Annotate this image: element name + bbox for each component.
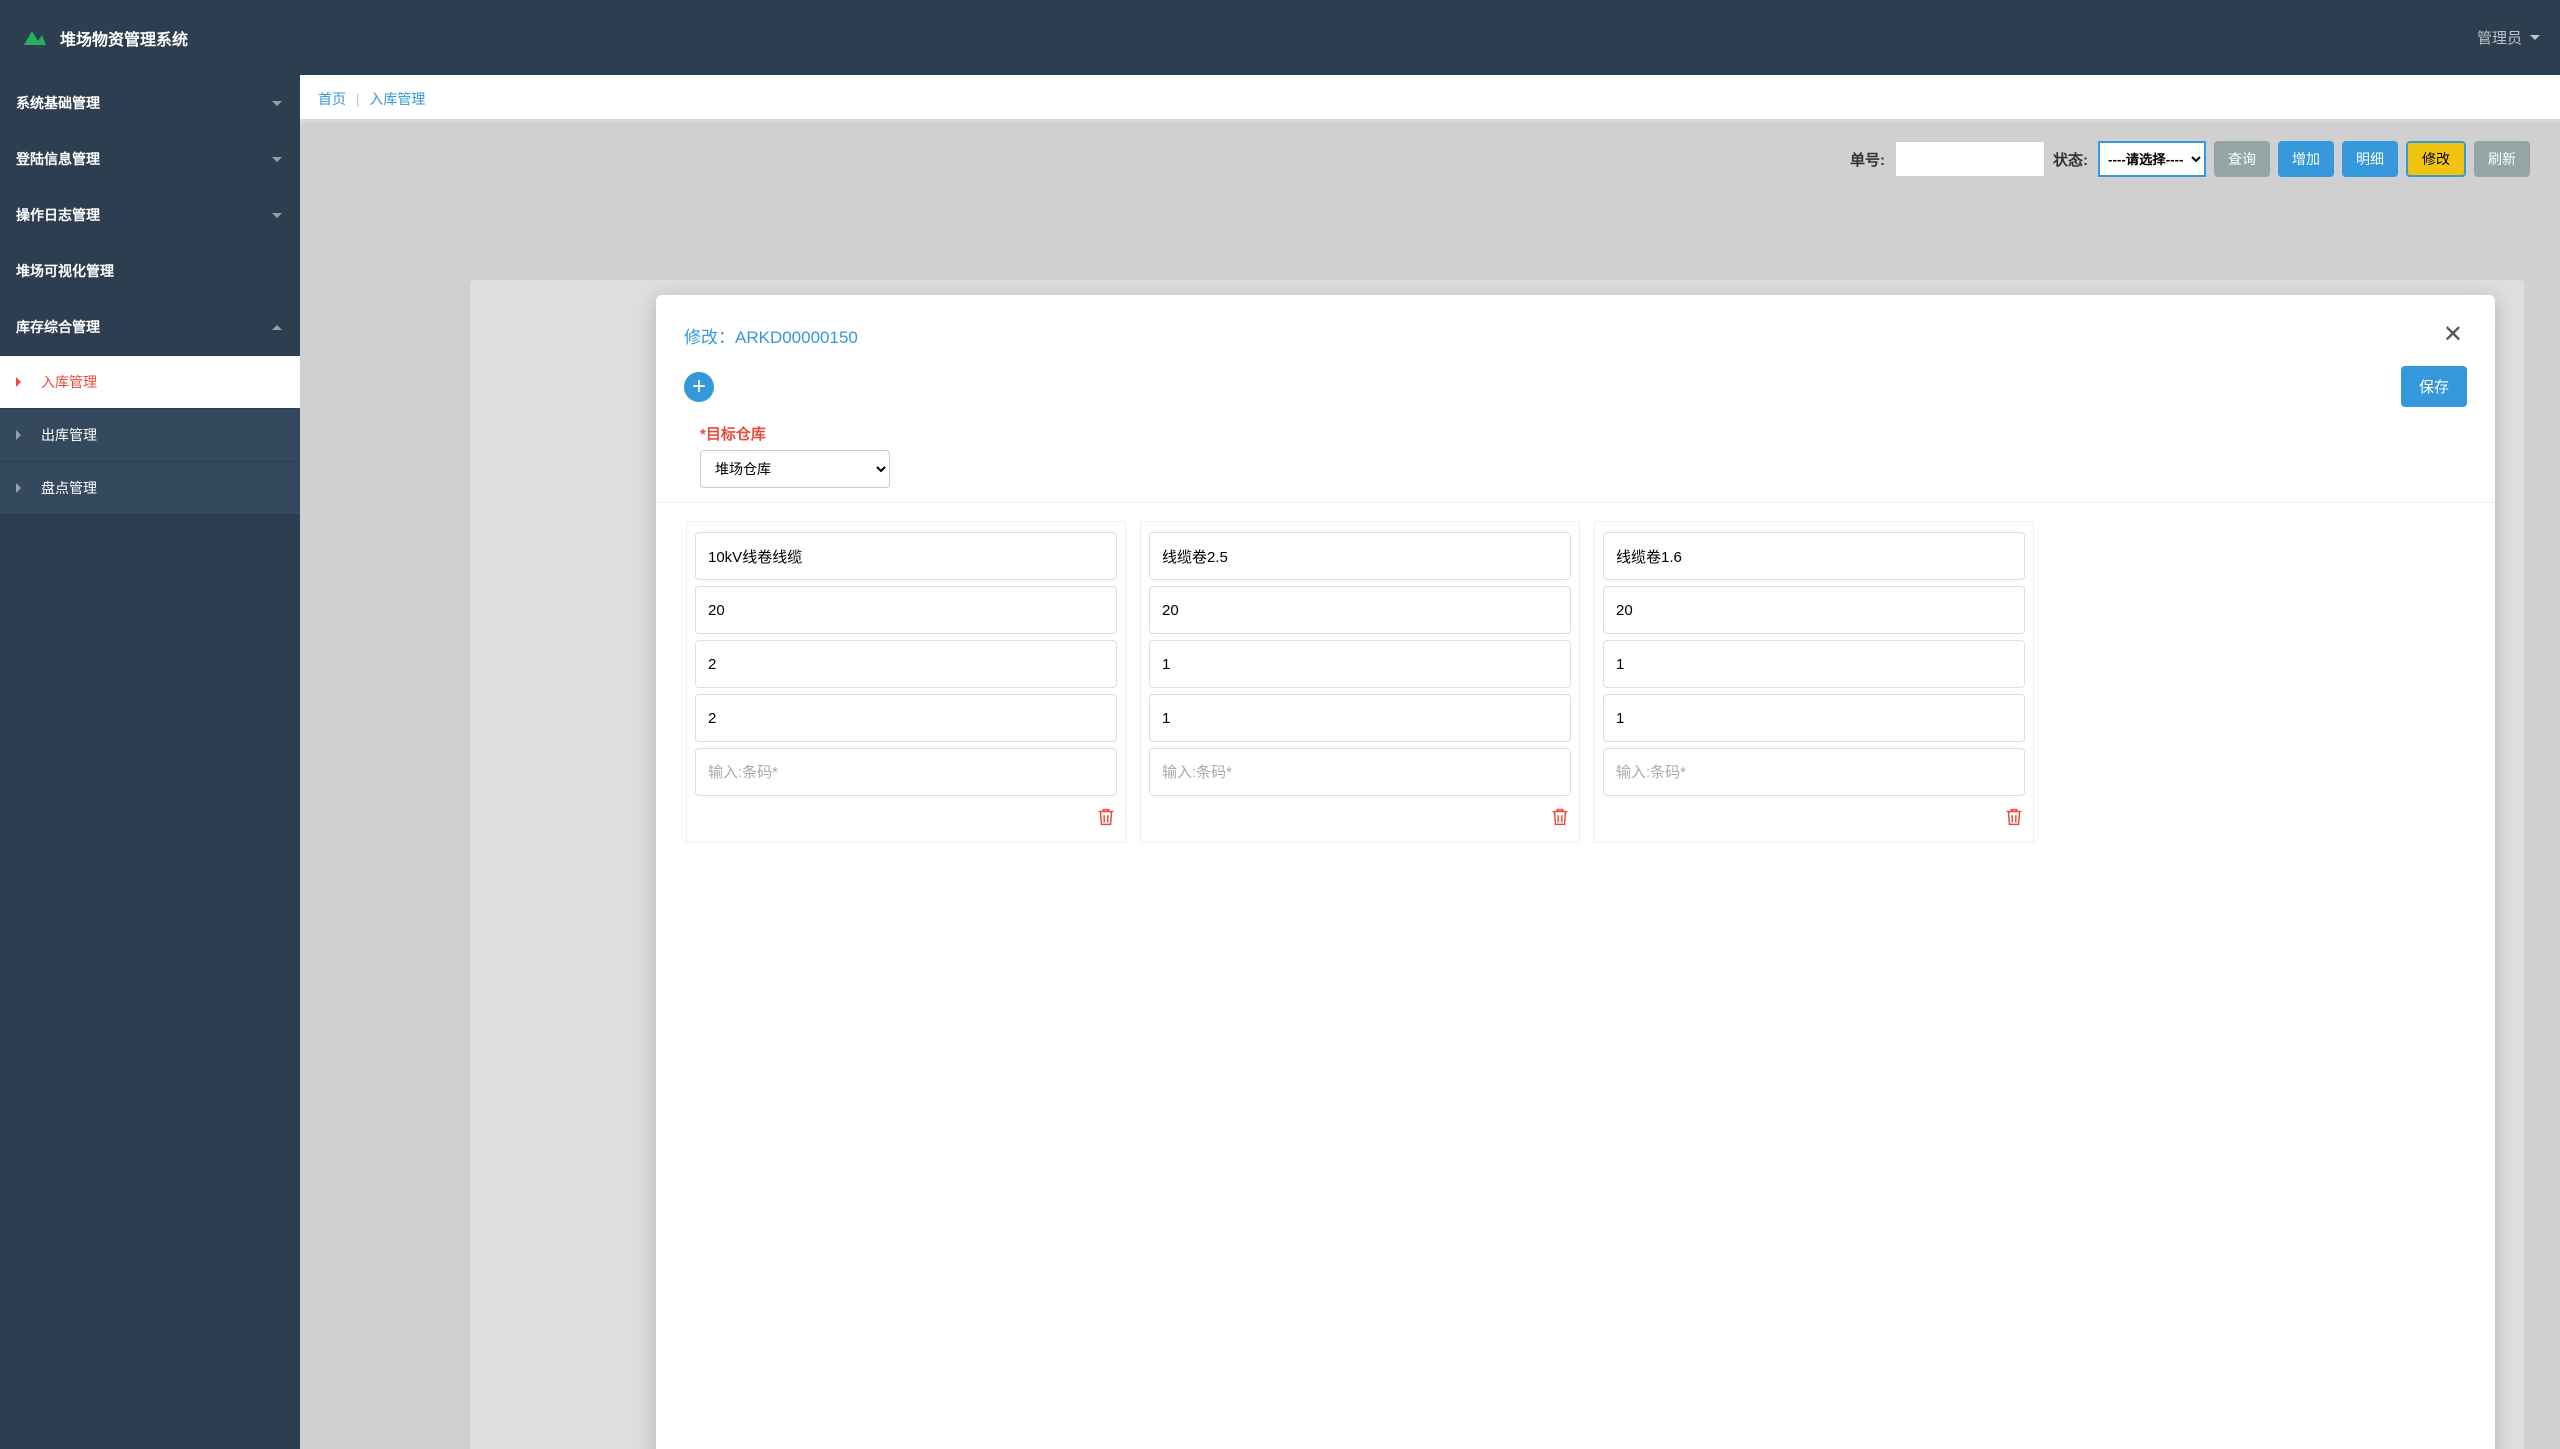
nav-login-info[interactable]: 登陆信息管理 <box>0 131 300 187</box>
item-field4-input[interactable] <box>1149 694 1571 742</box>
divider <box>656 502 2495 503</box>
save-button[interactable]: 保存 <box>2401 366 2467 407</box>
breadcrumb-separator: | <box>356 91 360 107</box>
item-barcode-input[interactable] <box>1603 748 2025 796</box>
sidebar-sub-label: 盘点管理 <box>41 478 97 498</box>
item-cards <box>684 521 2467 843</box>
item-card <box>1594 521 2034 843</box>
item-field2-input[interactable] <box>1603 586 2025 634</box>
item-barcode-input[interactable] <box>1149 748 1571 796</box>
modal-header: 修改：ARKD00000150 ✕ <box>684 323 2467 348</box>
item-field2-input[interactable] <box>1149 586 1571 634</box>
trash-icon[interactable] <box>2003 806 2025 828</box>
order-no-label: 单号: <box>1850 149 1885 170</box>
trash-icon[interactable] <box>1549 806 1571 828</box>
sub-item-inbound[interactable]: 入库管理 <box>0 355 300 408</box>
order-no-input[interactable] <box>1895 141 2045 177</box>
status-select[interactable]: ----请选择---- <box>2098 141 2206 177</box>
modal-title: 修改：ARKD00000150 <box>684 323 858 348</box>
refresh-button[interactable]: 刷新 <box>2474 141 2530 177</box>
breadcrumb-home[interactable]: 首页 <box>318 91 346 107</box>
sidebar-sub-label: 入库管理 <box>41 372 97 392</box>
item-card <box>686 521 1126 843</box>
chevron-right-icon <box>16 483 21 493</box>
main-content: 首页 | 入库管理 单号: 状态: ----请选择---- 查询 增加 明细 修… <box>300 75 2560 1449</box>
add-button[interactable]: 增加 <box>2278 141 2334 177</box>
chevron-right-icon <box>16 430 21 440</box>
item-field3-input[interactable] <box>695 640 1117 688</box>
item-barcode-input[interactable] <box>695 748 1117 796</box>
user-menu[interactable]: 管理员 <box>2477 27 2540 48</box>
sub-item-outbound[interactable]: 出库管理 <box>0 408 300 461</box>
filter-toolbar: 单号: 状态: ----请选择---- 查询 增加 明细 修改 刷新 <box>300 119 2560 199</box>
edit-modal: 修改：ARKD00000150 ✕ + 保存 *目标仓库 堆场仓库 <box>656 295 2495 1449</box>
sidebar-sub-label: 出库管理 <box>41 425 97 445</box>
target-warehouse-row: *目标仓库 堆场仓库 <box>684 423 2467 488</box>
target-warehouse-label: *目标仓库 <box>700 423 2467 444</box>
item-field4-input[interactable] <box>1603 694 2025 742</box>
chevron-down-icon <box>2530 35 2540 40</box>
target-warehouse-select[interactable]: 堆场仓库 <box>700 450 890 488</box>
modal-actions: + 保存 <box>684 366 2467 407</box>
item-name-input[interactable] <box>1603 532 2025 580</box>
breadcrumb: 首页 | 入库管理 <box>300 75 2560 123</box>
item-field3-input[interactable] <box>1149 640 1571 688</box>
app-header: 堆场物资管理系统 管理员 <box>0 0 2560 75</box>
item-field4-input[interactable] <box>695 694 1117 742</box>
chevron-right-icon <box>16 377 21 387</box>
detail-button[interactable]: 明细 <box>2342 141 2398 177</box>
header-left: 堆场物资管理系统 <box>20 26 188 50</box>
app-logo-icon <box>20 27 48 49</box>
app-title: 堆场物资管理系统 <box>60 26 188 50</box>
trash-icon[interactable] <box>1095 806 1117 828</box>
item-name-input[interactable] <box>695 532 1117 580</box>
nav-op-log[interactable]: 操作日志管理 <box>0 187 300 243</box>
nav-yard-visual[interactable]: 堆场可视化管理 <box>0 243 300 299</box>
add-row-icon[interactable]: + <box>684 372 714 402</box>
item-field3-input[interactable] <box>1603 640 2025 688</box>
query-button[interactable]: 查询 <box>2214 141 2270 177</box>
item-field2-input[interactable] <box>695 586 1117 634</box>
nav-system-base[interactable]: 系统基础管理 <box>0 75 300 131</box>
status-label: 状态: <box>2053 149 2088 170</box>
breadcrumb-current[interactable]: 入库管理 <box>369 91 425 107</box>
close-icon[interactable]: ✕ <box>2439 323 2467 347</box>
user-label: 管理员 <box>2477 27 2522 48</box>
nav-inventory[interactable]: 库存综合管理 <box>0 299 300 355</box>
edit-button[interactable]: 修改 <box>2406 141 2466 177</box>
sub-item-stocktake[interactable]: 盘点管理 <box>0 461 300 514</box>
sidebar: 系统基础管理 登陆信息管理 操作日志管理 堆场可视化管理 库存综合管理 入库管理… <box>0 75 300 1449</box>
item-name-input[interactable] <box>1149 532 1571 580</box>
item-card <box>1140 521 1580 843</box>
